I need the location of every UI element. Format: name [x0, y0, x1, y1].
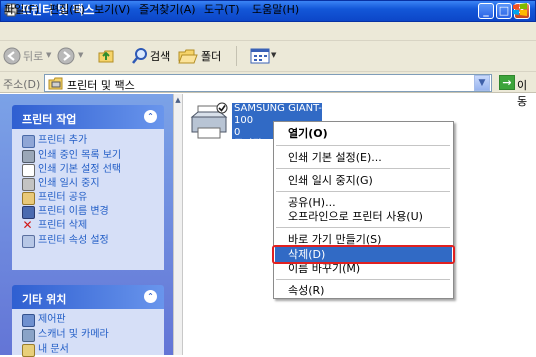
task-label: 프린터 이름 변경 — [38, 206, 109, 217]
pause-printer-icon — [22, 178, 35, 191]
control-panel-icon — [22, 314, 35, 327]
menu-separator — [276, 168, 450, 169]
collapse-up-icon[interactable]: ⌃ — [144, 110, 157, 123]
menu-rename[interactable]: 이름 바꾸기(M) — [288, 262, 360, 276]
collapse-up-icon[interactable]: ⌃ — [144, 290, 157, 303]
go-button-label[interactable]: 이동 — [517, 77, 536, 109]
scanner-camera-icon — [22, 329, 35, 342]
other-places-header[interactable]: 기타 위치 ⌃ — [12, 285, 164, 309]
folders-button-label[interactable]: 폴더 — [201, 50, 221, 64]
place-label: 내 문서 — [38, 344, 69, 355]
back-button-label[interactable]: 뒤로 — [23, 50, 43, 64]
delete-highlight-outline — [272, 245, 455, 264]
menu-separator — [276, 227, 450, 228]
menu-separator — [276, 191, 450, 192]
forward-arrow-icon[interactable] — [57, 47, 75, 65]
menu-use-offline[interactable]: 오프라인으로 프린터 사용(U) — [288, 210, 423, 224]
printer-icon[interactable] — [188, 102, 230, 142]
toolbar-divider — [236, 46, 237, 66]
back-dropdown-icon[interactable]: ▼ — [46, 51, 51, 59]
menu-separator — [276, 145, 450, 146]
back-arrow-icon[interactable] — [3, 47, 21, 65]
folders-icon[interactable] — [178, 47, 198, 65]
forward-dropdown-icon[interactable]: ▼ — [78, 51, 83, 59]
add-printer-icon — [22, 135, 35, 148]
delete-x-icon: ✕ — [22, 218, 33, 232]
share-printer-icon — [22, 192, 35, 205]
views-dropdown-icon[interactable]: ▼ — [271, 51, 276, 59]
menu-help[interactable]: 도움말(H) — [252, 2, 299, 17]
menu-favorites[interactable]: 즐겨찾기(A) — [139, 2, 196, 17]
printer-folder-icon — [48, 77, 63, 90]
print-queue-icon — [22, 150, 35, 163]
menu-tools[interactable]: 도구(T) — [204, 2, 240, 17]
address-label: 주소(D) — [3, 78, 41, 91]
menu-open[interactable]: 열기(O) — [288, 127, 328, 141]
menu-properties[interactable]: 속성(R) — [288, 284, 324, 298]
task-label: 인쇄 중인 목록 보기 — [38, 150, 122, 161]
address-dropdown-icon[interactable]: ▼ — [474, 75, 490, 91]
views-icon[interactable] — [250, 47, 270, 65]
task-label: 프린터 추가 — [38, 135, 88, 146]
maximize-button[interactable]: □ — [496, 3, 512, 19]
address-value: 프린터 및 팩스 — [67, 79, 135, 92]
minimize-button[interactable]: _ — [478, 3, 494, 19]
properties-icon — [22, 235, 35, 248]
pane-splitter[interactable] — [173, 94, 183, 355]
search-icon[interactable] — [131, 47, 149, 65]
menu-file[interactable]: 파일(F) — [4, 2, 39, 17]
up-folder-icon[interactable] — [97, 47, 115, 65]
printer-tasks-header[interactable]: 프린터 작업 ⌃ — [12, 105, 164, 129]
printer-tasks-title: 프린터 작업 — [22, 113, 77, 126]
task-label: 인쇄 기본 설정 선택 — [38, 164, 122, 175]
task-label: 인쇄 일시 중지 — [38, 178, 100, 189]
menu-bar — [0, 22, 536, 41]
search-button-label[interactable]: 검색 — [150, 50, 170, 64]
place-label: 제어판 — [38, 314, 66, 325]
menu-separator — [276, 279, 450, 280]
place-label: 스캐너 및 카메라 — [38, 329, 109, 340]
menu-pause-printing[interactable]: 인쇄 일시 중지(G) — [288, 174, 373, 188]
scroll-up-icon[interactable]: ▲ — [174, 96, 182, 104]
task-label: 프린터 삭제 — [38, 220, 88, 231]
menu-sharing[interactable]: 공유(H)... — [288, 196, 336, 210]
menu-edit[interactable]: 편집(E) — [49, 2, 85, 17]
preferences-icon — [22, 164, 35, 177]
menu-printing-preferences[interactable]: 인쇄 기본 설정(E)... — [288, 151, 382, 165]
task-label: 프린터 공유 — [38, 192, 88, 203]
windows-logo-icon — [513, 3, 527, 16]
menu-view[interactable]: 보기(V) — [94, 2, 130, 17]
my-documents-icon — [22, 344, 35, 357]
go-arrow-icon[interactable]: → — [499, 75, 515, 90]
task-label: 프린터 속성 설정 — [38, 235, 109, 246]
other-places-title: 기타 위치 — [22, 293, 67, 306]
